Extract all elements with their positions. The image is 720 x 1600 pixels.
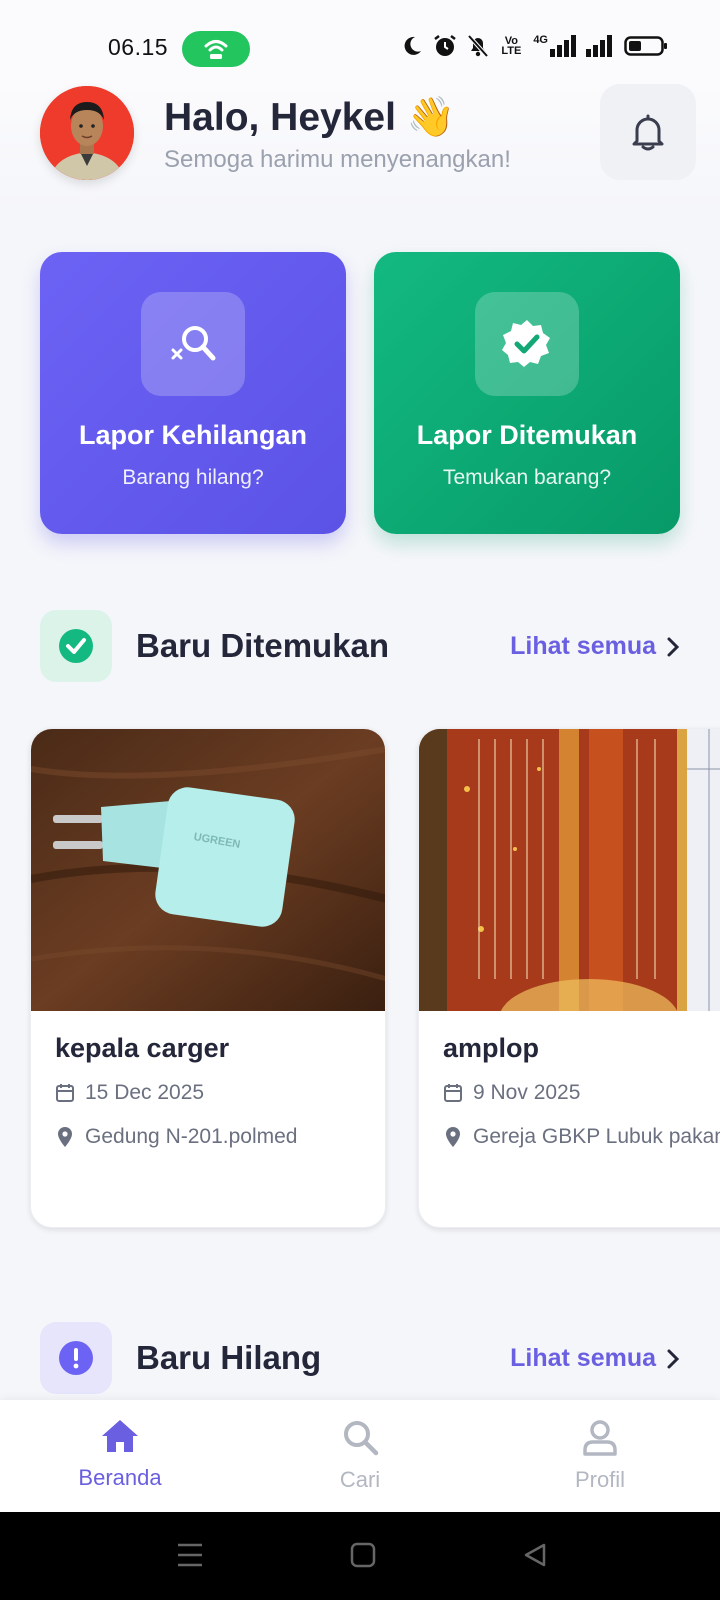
item-date: 15 Dec 2025 — [85, 1081, 205, 1104]
report-lost-title: Lapor Kehilangan — [78, 420, 308, 450]
signal-icon: 4G — [533, 35, 614, 57]
check-circle-icon — [40, 610, 112, 682]
greeting-title: Halo, Heykel 👋 — [164, 96, 456, 139]
item-location-row: Gedung N-201.polmed — [55, 1125, 297, 1149]
report-found-subtitle: Temukan barang? — [442, 466, 612, 489]
moon-icon — [404, 36, 422, 55]
volte-icon: Vo LTE — [501, 35, 522, 57]
chevron-right-icon — [667, 1349, 680, 1368]
home-square-icon[interactable] — [350, 1542, 376, 1568]
found-items-carousel[interactable]: UGREEN kepala carger 15 Dec 2025 Gedung … — [0, 726, 720, 1236]
hotspot-icon — [182, 31, 250, 67]
location-pin-icon — [446, 1127, 460, 1147]
calendar-icon — [56, 1084, 74, 1102]
item-location: Gedung N-201.polmed — [85, 1125, 298, 1148]
location-pin-icon — [58, 1127, 72, 1147]
found-item-card[interactable]: UGREEN kepala carger 15 Dec 2025 Gedung … — [30, 728, 386, 1228]
item-date-row: 9 Nov 2025 — [443, 1081, 580, 1105]
section-lost-title: Baru Hilang — [136, 1339, 322, 1376]
system-navigation-bar — [0, 1512, 720, 1600]
verified-badge-icon — [475, 292, 579, 396]
item-location: Gereja GBKP Lubuk pakam — [473, 1125, 720, 1148]
report-found-card[interactable]: Lapor Ditemukan Temukan barang? — [374, 252, 680, 534]
alert-circle-icon — [40, 1322, 112, 1394]
menu-icon[interactable] — [176, 1542, 204, 1568]
home-icon — [102, 1420, 138, 1452]
battery-icon — [624, 36, 667, 56]
greeting-subtitle: Semoga harimu menyenangkan! — [164, 146, 511, 173]
section-found-header: Baru Ditemukan Lihat semua — [40, 610, 680, 682]
report-lost-card[interactable]: Lapor Kehilangan Barang hilang? — [40, 252, 346, 534]
see-all-found-link[interactable]: Lihat semua — [510, 632, 680, 661]
nav-search-label: Cari — [339, 1467, 381, 1492]
nav-profile-label: Profil — [574, 1467, 626, 1492]
bell-off-icon — [467, 34, 489, 58]
nav-home-label: Beranda — [78, 1465, 162, 1490]
item-title: amplop — [443, 1033, 540, 1063]
back-icon[interactable] — [522, 1542, 548, 1568]
calendar-icon — [444, 1084, 462, 1102]
notification-button[interactable] — [600, 84, 696, 180]
report-lost-subtitle: Barang hilang? — [122, 466, 264, 489]
nav-profile[interactable]: Profil — [520, 1418, 680, 1493]
bell-icon — [632, 114, 664, 151]
status-icons: Vo LTE 4G — [401, 34, 668, 58]
report-found-title: Lapor Ditemukan — [416, 420, 638, 450]
bottom-navigation: Beranda Cari Profil — [0, 1400, 720, 1512]
status-bar: 06.15 Vo LTE 4G — [0, 0, 720, 82]
item-date: 9 Nov 2025 — [473, 1081, 581, 1104]
search-x-icon — [141, 292, 245, 396]
see-all-lost-link[interactable]: Lihat semua — [510, 1344, 680, 1373]
nav-home[interactable]: Beranda — [40, 1418, 200, 1491]
section-found-title: Baru Ditemukan — [136, 627, 390, 664]
nav-search[interactable]: Cari — [280, 1418, 440, 1493]
found-item-card[interactable]: amplop 9 Nov 2025 Gereja GBKP Lubuk paka… — [418, 728, 720, 1228]
item-photo-charger: UGREEN — [31, 729, 385, 1011]
user-icon — [583, 1420, 617, 1456]
alarm-icon — [434, 35, 457, 56]
chevron-right-icon — [667, 637, 680, 656]
item-location-row: Gereja GBKP Lubuk pakam — [443, 1125, 720, 1149]
section-lost-header: Baru Hilang Lihat semua — [40, 1322, 680, 1394]
item-date-row: 15 Dec 2025 — [55, 1081, 204, 1105]
avatar[interactable] — [40, 86, 134, 180]
search-icon — [344, 1421, 379, 1456]
status-time: 06.15 — [108, 34, 169, 60]
item-title: kepala carger — [55, 1033, 230, 1063]
header: Halo, Heykel 👋 Semoga harimu menyenangka… — [0, 82, 720, 212]
item-photo-envelope — [419, 729, 720, 1011]
